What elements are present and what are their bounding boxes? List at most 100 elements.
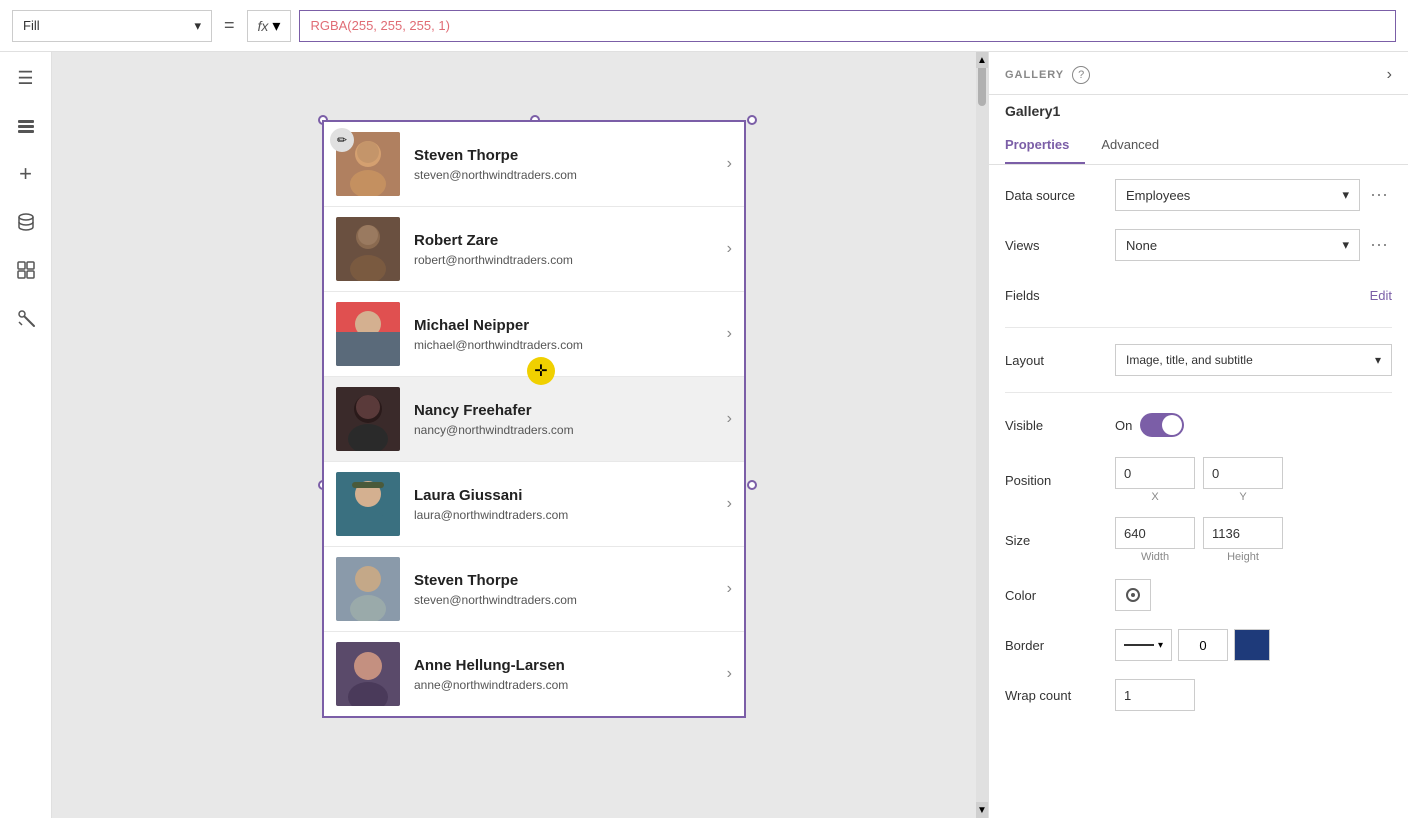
color-picker-button[interactable] (1115, 579, 1151, 611)
chevron-right-icon: › (727, 410, 732, 428)
fields-control: Edit (1115, 288, 1392, 303)
fields-edit-link[interactable]: Edit (1370, 288, 1392, 303)
tab-properties[interactable]: Properties (1005, 127, 1085, 164)
gallery-item-info: Robert Zare robert@northwindtraders.com (414, 232, 719, 267)
gallery-item-info: Anne Hellung-Larsen anne@northwindtrader… (414, 657, 719, 692)
position-inputs: X Y (1115, 457, 1392, 503)
prop-size: Size Width Height (1005, 517, 1392, 563)
data-source-value: Employees (1126, 188, 1190, 203)
panel-tabs: Properties Advanced (989, 127, 1408, 165)
canvas-area: ✛ ✏ Steven Thorpe steven@northwindtrade (52, 52, 988, 818)
data-source-more-icon[interactable]: ⋯ (1366, 185, 1392, 206)
data-source-label: Data source (1005, 188, 1115, 203)
gallery-item[interactable]: Laura Giussani laura@northwindtraders.co… (324, 462, 744, 547)
views-label: Views (1005, 238, 1115, 253)
equals-sign: = (224, 15, 235, 36)
prop-layout: Layout Image, title, and subtitle ▾ (1005, 342, 1392, 378)
divider (1005, 392, 1392, 393)
gallery-item-email: steven@northwindtraders.com (414, 593, 719, 607)
chevron-right-icon: › (727, 155, 732, 173)
components-icon[interactable] (10, 254, 42, 286)
formula-value: RGBA(255, 255, 255, 1) (310, 18, 449, 33)
toggle-container: On (1115, 413, 1184, 437)
size-height-input[interactable] (1203, 517, 1283, 549)
gallery-item[interactable]: Anne Hellung-Larsen anne@northwindtrader… (324, 632, 744, 716)
border-control: ▾ (1115, 629, 1392, 661)
fx-button[interactable]: fx ▾ (247, 10, 292, 42)
gallery-item[interactable]: Steven Thorpe steven@northwindtraders.co… (324, 547, 744, 632)
scroll-down-button[interactable]: ▼ (976, 802, 988, 818)
prop-data-source: Data source Employees ▾ ⋯ (1005, 177, 1392, 213)
canvas-scrollbar[interactable] (976, 52, 988, 818)
size-width-input[interactable] (1115, 517, 1195, 549)
menu-icon[interactable]: ☰ (10, 62, 42, 94)
height-label: Height (1227, 551, 1259, 563)
gallery-item[interactable]: Steven Thorpe steven@northwindtraders.co… (324, 122, 744, 207)
position-label: Position (1005, 473, 1115, 488)
gallery-item-info: Michael Neipper michael@northwindtraders… (414, 317, 719, 352)
avatar (336, 557, 400, 621)
position-x-input[interactable] (1115, 457, 1195, 489)
gallery-item-name: Michael Neipper (414, 317, 719, 334)
handle-middle-right[interactable] (747, 480, 757, 490)
prop-visible: Visible On (1005, 407, 1392, 443)
border-style-button[interactable]: ▾ (1115, 629, 1172, 661)
avatar (336, 472, 400, 536)
panel-header: GALLERY ? › (989, 52, 1408, 95)
properties-section: Data source Employees ▾ ⋯ Views None ▾ (989, 165, 1408, 739)
database-icon[interactable] (10, 206, 42, 238)
gallery-item-info: Steven Thorpe steven@northwindtraders.co… (414, 147, 719, 182)
position-y-input[interactable] (1203, 457, 1283, 489)
prop-wrap-count: Wrap count (1005, 677, 1392, 713)
position-control: X Y (1115, 457, 1392, 503)
layout-dropdown[interactable]: Image, title, and subtitle ▾ (1115, 344, 1392, 376)
gallery-item-info: Steven Thorpe steven@northwindtraders.co… (414, 572, 719, 607)
formula-bar[interactable]: RGBA(255, 255, 255, 1) (299, 10, 1396, 42)
size-label: Size (1005, 533, 1115, 548)
scroll-up-button[interactable]: ▲ (976, 52, 988, 68)
views-more-icon[interactable]: ⋯ (1366, 235, 1392, 256)
toolbar: Fill ▾ = fx ▾ RGBA(255, 255, 255, 1) (0, 0, 1408, 52)
gallery-item-name: Laura Giussani (414, 487, 719, 504)
fx-label: fx (258, 18, 269, 34)
gallery-name: Gallery1 (989, 95, 1408, 127)
move-cursor-indicator: ✛ (527, 357, 555, 385)
chevron-right-icon: › (727, 580, 732, 598)
width-label: Width (1141, 551, 1169, 563)
avatar (336, 302, 400, 366)
handle-top-right[interactable] (747, 115, 757, 125)
views-dropdown[interactable]: None ▾ (1115, 229, 1360, 261)
chevron-down-icon: ▾ (1342, 237, 1349, 253)
prop-fields: Fields Edit (1005, 277, 1392, 313)
divider (1005, 327, 1392, 328)
layers-icon[interactable] (10, 110, 42, 142)
position-y-field: Y (1203, 457, 1283, 503)
visible-toggle[interactable] (1140, 413, 1184, 437)
data-source-dropdown[interactable]: Employees ▾ (1115, 179, 1360, 211)
add-icon[interactable]: + (10, 158, 42, 190)
gallery-item[interactable]: Robert Zare robert@northwindtraders.com … (324, 207, 744, 292)
gallery-item-email: steven@northwindtraders.com (414, 168, 719, 182)
size-inputs: Width Height (1115, 517, 1392, 563)
color-label: Color (1005, 588, 1115, 603)
border-color-swatch[interactable] (1234, 629, 1270, 661)
chevron-right-icon: › (727, 325, 732, 343)
gallery-item-name: Steven Thorpe (414, 572, 719, 589)
border-width-input[interactable] (1178, 629, 1228, 661)
gallery-item-name: Robert Zare (414, 232, 719, 249)
gallery-item-name: Nancy Freehafer (414, 402, 719, 419)
prop-position: Position X Y (1005, 457, 1392, 503)
tools-icon[interactable] (10, 302, 42, 334)
panel-expand-button[interactable]: › (1387, 66, 1392, 84)
help-icon[interactable]: ? (1072, 66, 1090, 84)
fill-dropdown[interactable]: Fill ▾ (12, 10, 212, 42)
layout-control: Image, title, and subtitle ▾ (1115, 344, 1392, 376)
gallery-edit-icon[interactable]: ✏ (330, 128, 354, 152)
gallery-item[interactable]: Nancy Freehafer nancy@northwindtraders.c… (324, 377, 744, 462)
wrap-count-input[interactable] (1115, 679, 1195, 711)
chevron-right-icon: › (727, 665, 732, 683)
fx-arrow-icon: ▾ (272, 16, 280, 36)
tab-advanced[interactable]: Advanced (1101, 127, 1175, 164)
data-source-control: Employees ▾ ⋯ (1115, 179, 1392, 211)
x-label: X (1151, 491, 1158, 503)
